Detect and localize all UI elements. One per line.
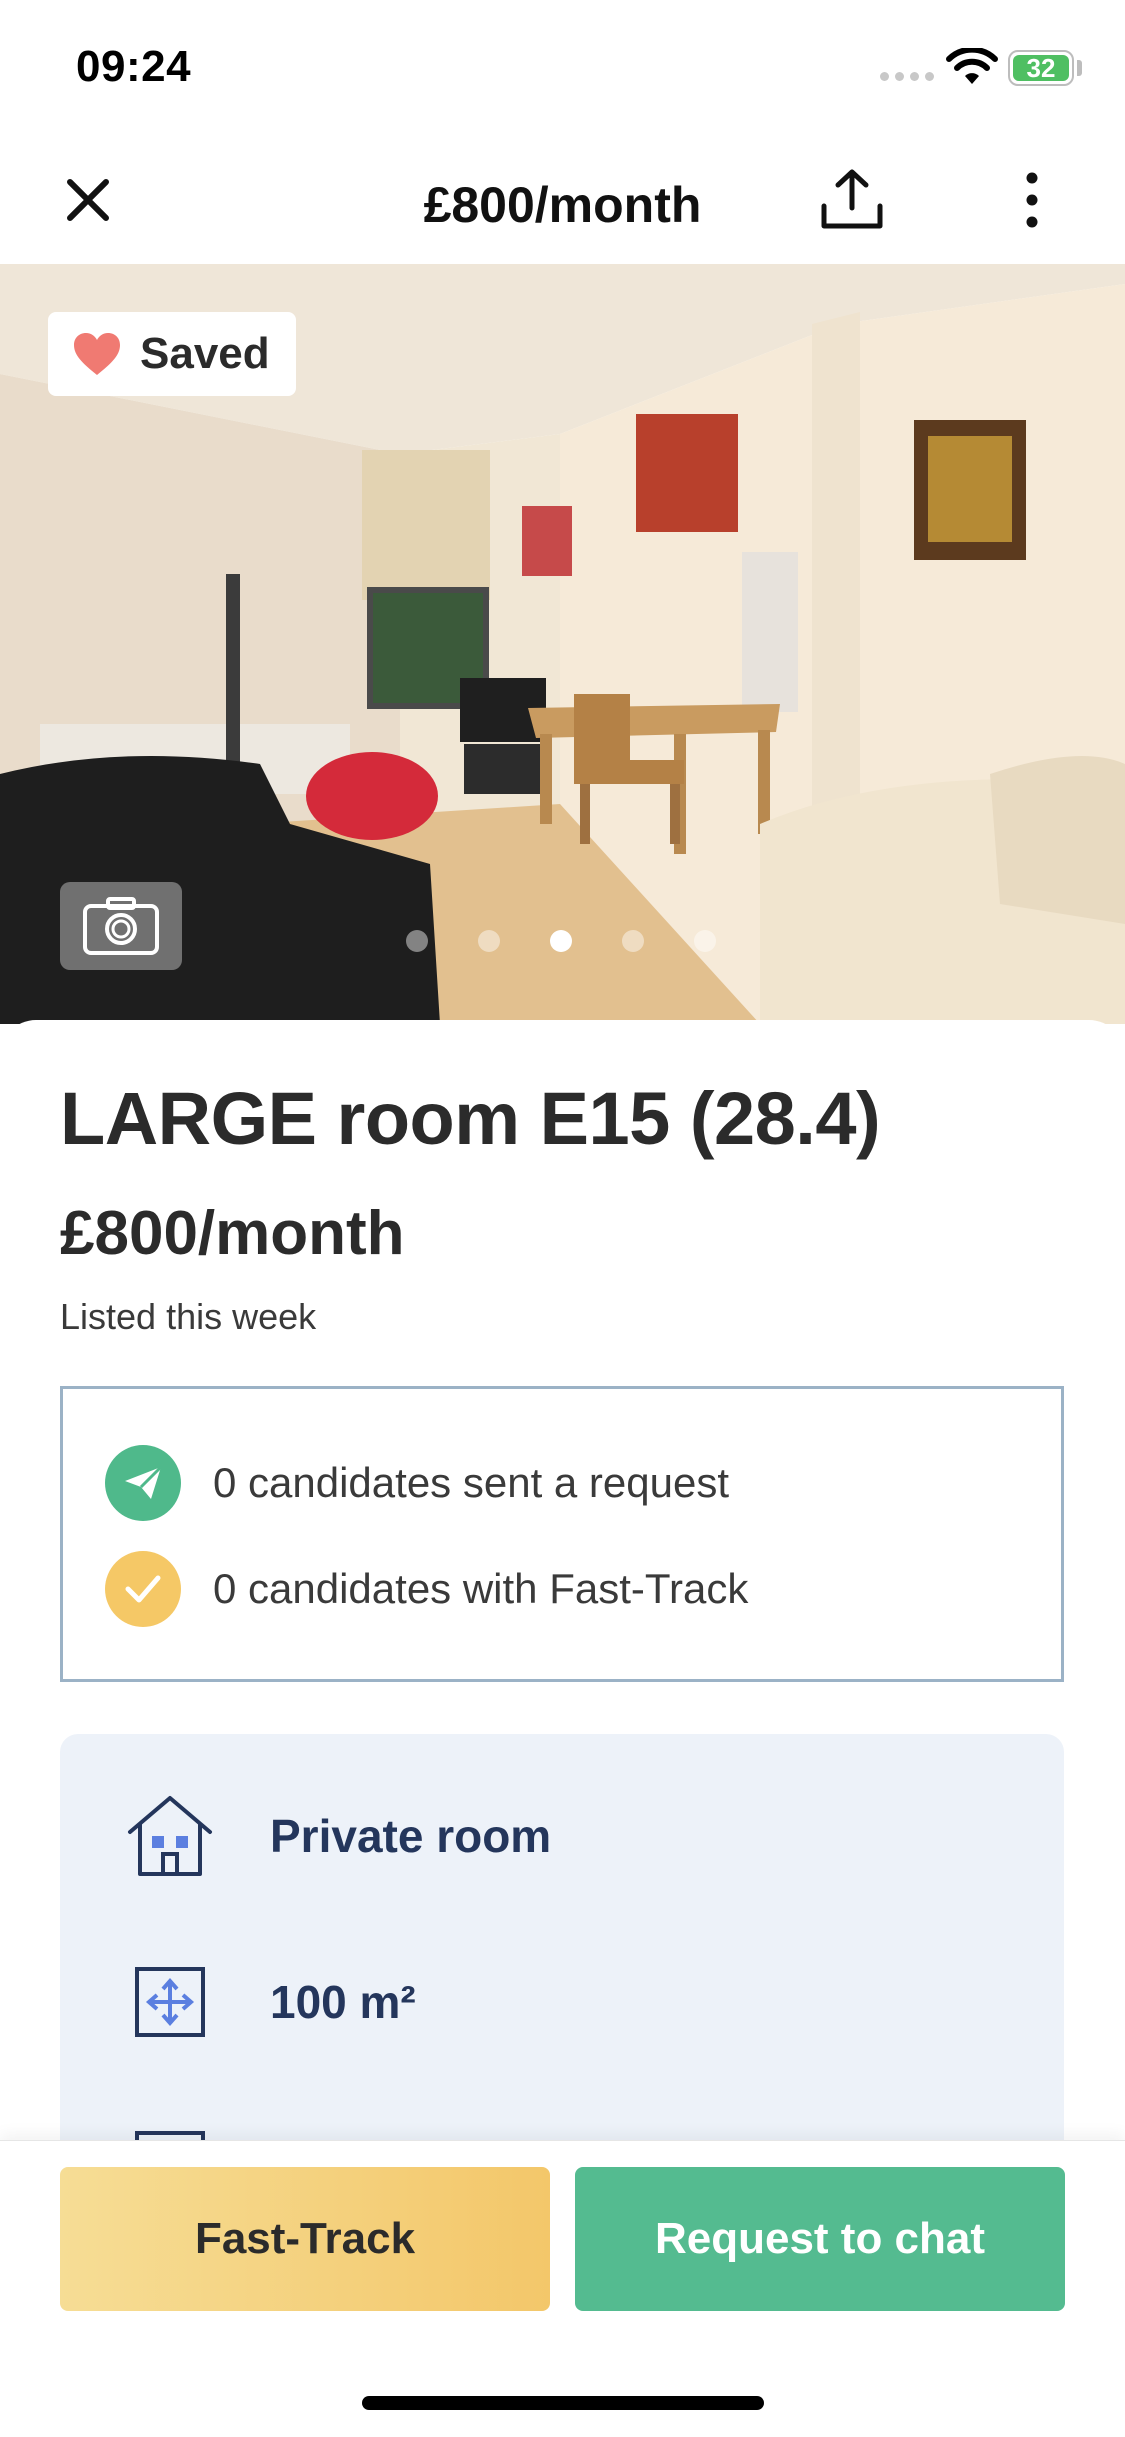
listing-price: £800/month [60, 1199, 405, 1268]
carousel-dot[interactable] [478, 930, 500, 952]
home-indicator [362, 2396, 764, 2410]
bottom-action-bar: Fast-Track Request to chat [0, 2140, 1125, 2437]
camera-icon [83, 897, 159, 955]
candidate-stats-box: 0 candidates sent a request 0 candidates… [60, 1386, 1064, 1682]
status-bar: 09:24 32 [0, 0, 1125, 140]
battery-cap [1077, 60, 1082, 76]
carousel-dots [406, 930, 716, 952]
status-time: 09:24 [76, 42, 192, 91]
saved-badge[interactable]: Saved [48, 312, 296, 396]
saved-label: Saved [140, 329, 270, 378]
carousel-dot[interactable] [406, 930, 428, 952]
carousel-dot[interactable] [622, 930, 644, 952]
battery-level: 32 [1013, 55, 1069, 81]
nav-title: £800/month [423, 177, 702, 233]
stat-requests-text: 0 candidates sent a request [213, 1459, 730, 1506]
features-panel: Private room 100 m² [60, 1734, 1064, 2194]
battery-icon: 32 [1008, 50, 1074, 86]
share-icon [821, 169, 883, 229]
carousel-dot-active[interactable] [550, 930, 572, 952]
wifi-icon [946, 48, 998, 84]
listing-details: LARGE room E15 (28.4) £800/month Listed … [0, 1020, 1125, 2194]
checkmark-icon [105, 1551, 181, 1627]
carousel-dot[interactable] [694, 930, 716, 952]
stat-fast-track: 0 candidates with Fast-Track [105, 1551, 748, 1627]
top-nav: £800/month [0, 140, 1125, 264]
fast-track-button[interactable]: Fast-Track [60, 2167, 550, 2311]
feature-area: 100 m² [124, 1958, 416, 2046]
house-icon [124, 1792, 216, 1880]
stat-fast-track-text: 0 candidates with Fast-Track [213, 1565, 749, 1612]
cellular-signal-icon [880, 72, 934, 81]
feature-area-label: 100 m² [270, 1976, 416, 2028]
listed-date: Listed this week [60, 1296, 317, 1337]
gallery-button[interactable] [60, 882, 182, 970]
share-button[interactable] [812, 160, 892, 240]
more-options-button[interactable] [1000, 164, 1064, 236]
paper-plane-icon [105, 1445, 181, 1521]
heart-icon [74, 333, 120, 375]
more-vertical-icon [1026, 172, 1038, 228]
feature-room-type: Private room [124, 1792, 551, 1880]
stat-requests: 0 candidates sent a request [105, 1445, 729, 1521]
area-arrows-icon [124, 1958, 216, 2046]
listing-title: LARGE room E15 (28.4) [60, 1077, 881, 1160]
listing-photo-carousel[interactable]: Saved [0, 264, 1125, 1024]
request-to-chat-button[interactable]: Request to chat [575, 2167, 1065, 2311]
feature-room-type-label: Private room [270, 1810, 552, 1862]
